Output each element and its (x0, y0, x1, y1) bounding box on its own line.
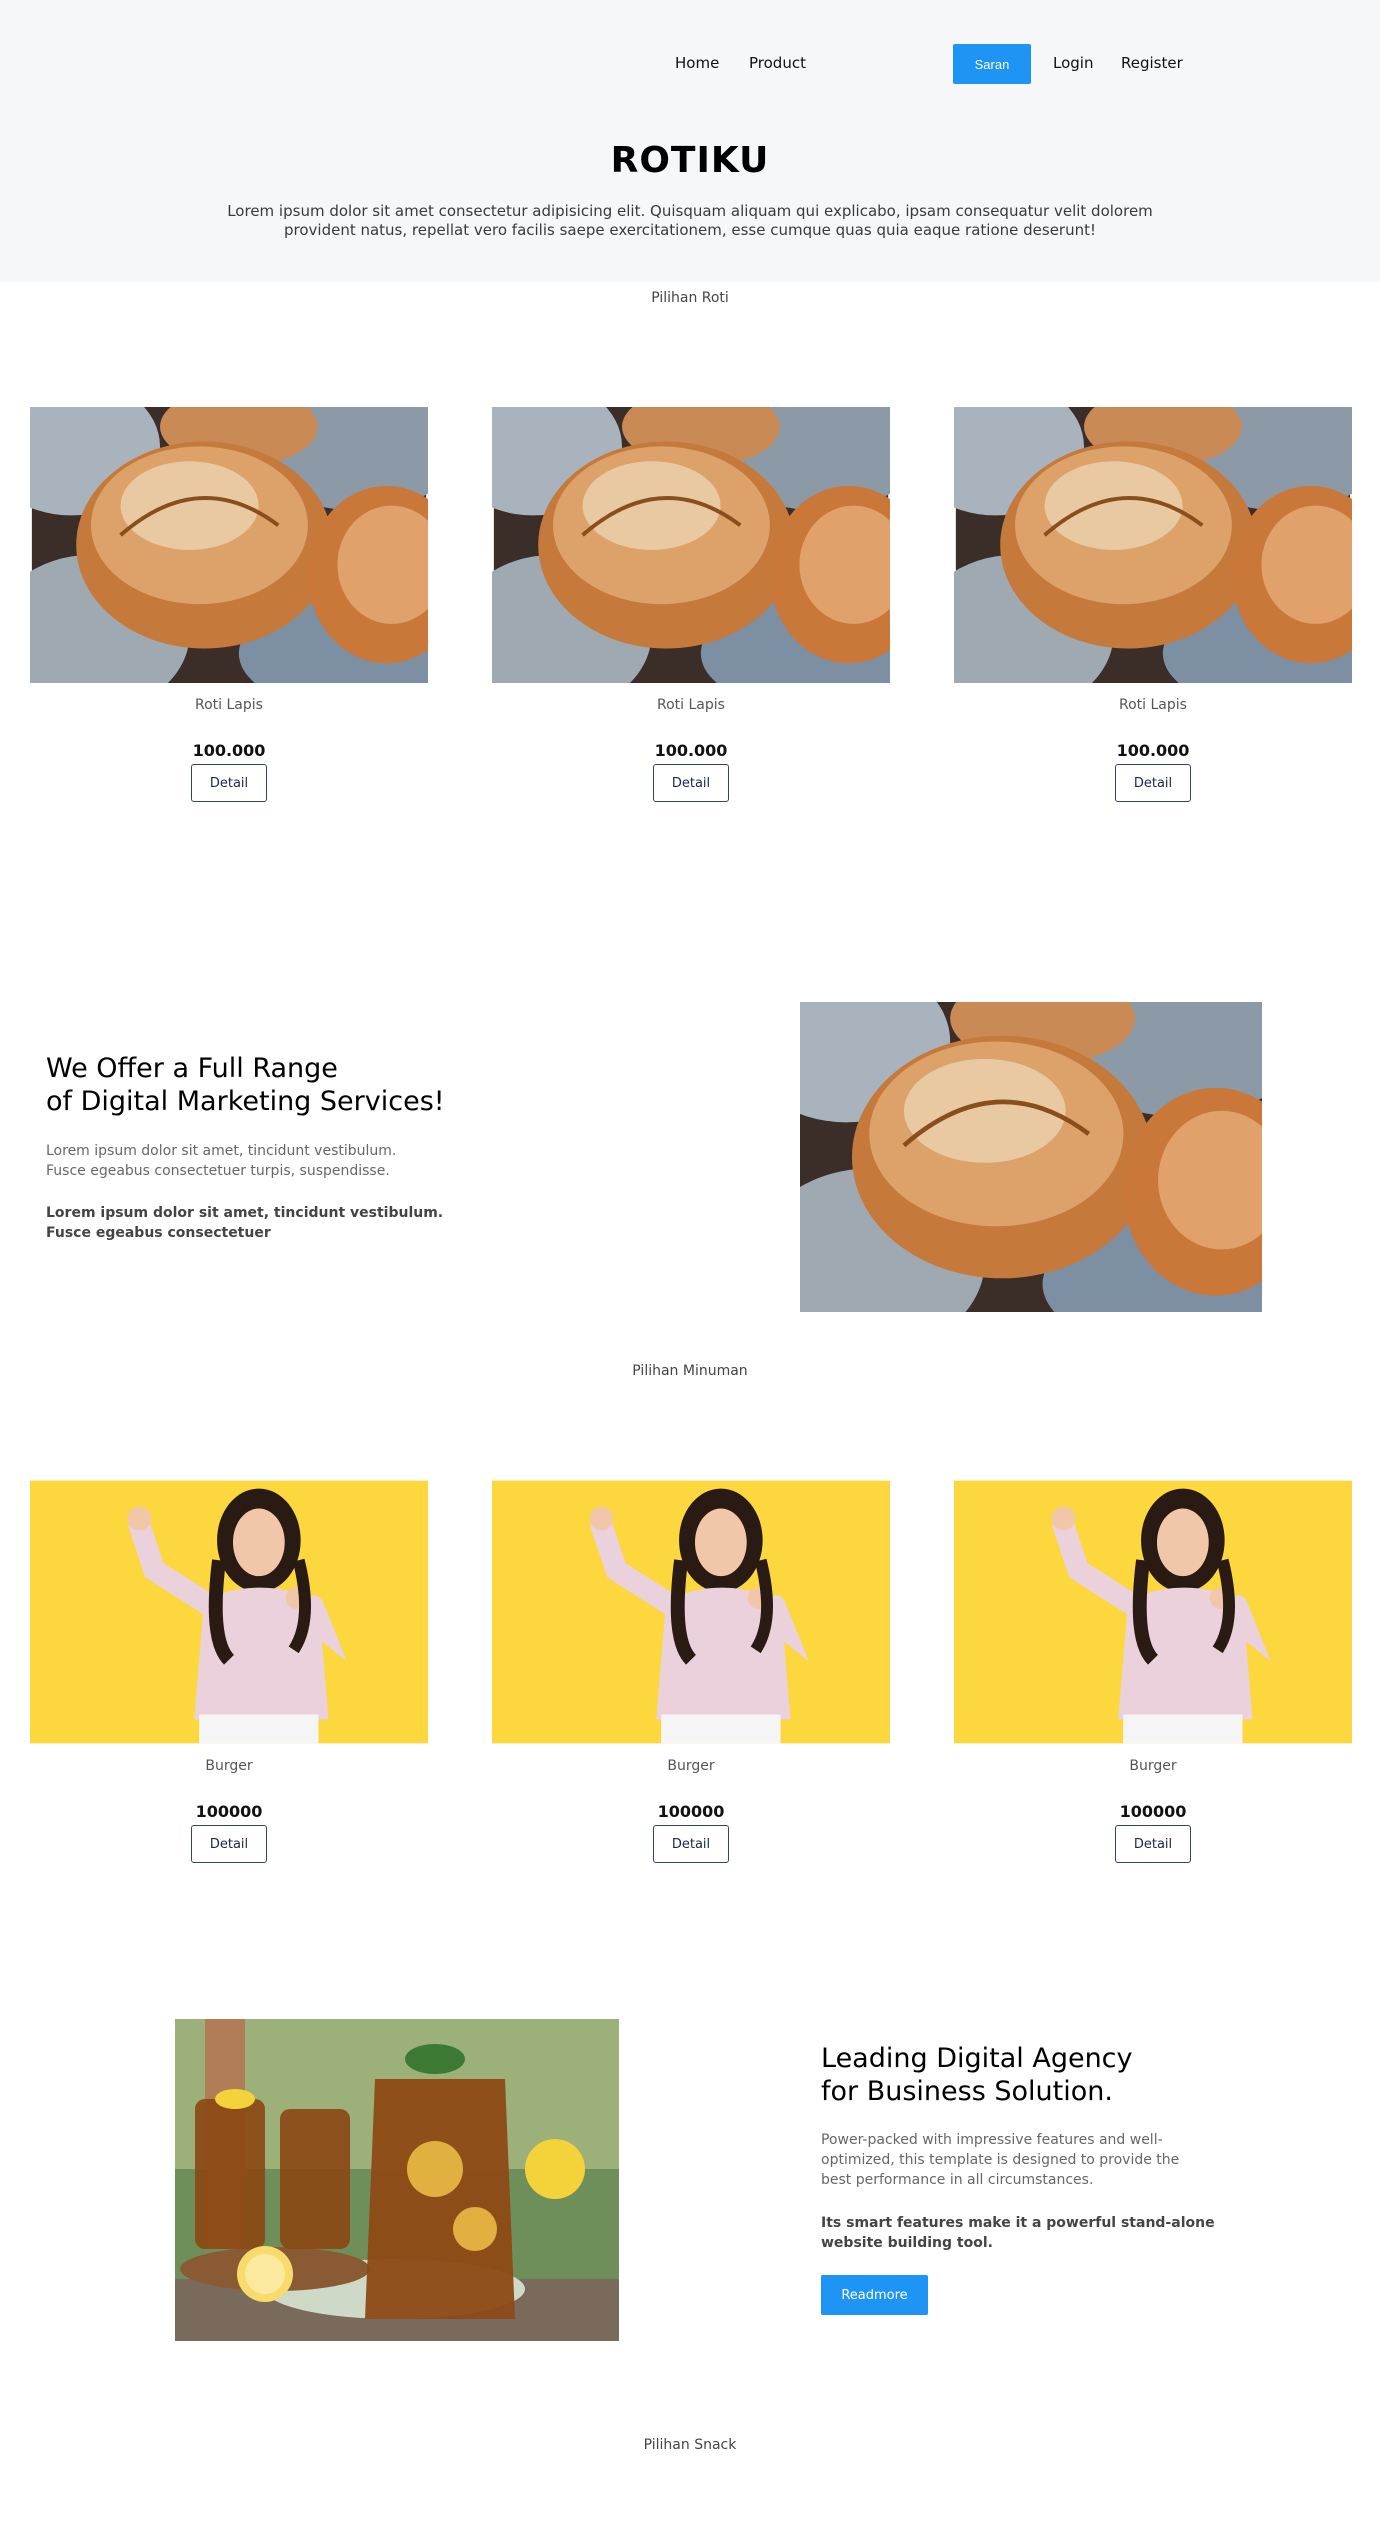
detail-button[interactable]: Detail (191, 1825, 267, 1863)
feature-bold-text: Lorem ipsum dolor sit amet, tincidunt ve… (46, 1203, 443, 1243)
product-card: Burger 100000 Detail (492, 1480, 890, 1863)
product-price: 100000 (195, 1802, 263, 1821)
product-price: 100.000 (1116, 741, 1190, 760)
product-price: 100.000 (192, 741, 266, 760)
feature-heading: We Offer a Full Range of Digital Marketi… (46, 1052, 445, 1118)
product-name: Burger (667, 1758, 715, 1774)
section-title-minuman: Pilihan Minuman (632, 1363, 748, 1379)
section-title-snack: Pilihan Snack (643, 2437, 737, 2453)
feature2-text: Power-packed with impressive features an… (821, 2130, 1179, 2190)
readmore-button[interactable]: Readmore (821, 2275, 928, 2315)
product-card: Burger 100000 Detail (30, 1480, 428, 1863)
feature-bread-image (800, 1002, 1262, 1312)
feature2-bold-line: website building tool. (821, 2235, 993, 2251)
detail-button[interactable]: Detail (1115, 764, 1191, 802)
detail-button[interactable]: Detail (653, 764, 729, 802)
feature-text-line: Lorem ipsum dolor sit amet, tincidunt ve… (46, 1143, 397, 1159)
feature2-bold-text: Its smart features make it a powerful st… (821, 2213, 1215, 2253)
brand-title: ROTIKU (610, 140, 770, 181)
bread-image (30, 407, 428, 683)
feature2-text-line: best performance in all circumstances. (821, 2172, 1094, 2188)
bread-image (954, 407, 1352, 683)
feature2-heading-line: for Business Solution. (821, 2076, 1113, 2107)
product-name: Burger (205, 1758, 253, 1774)
product-name: Burger (1129, 1758, 1177, 1774)
bread-image (492, 407, 890, 683)
feature-heading-line: We Offer a Full Range (46, 1053, 338, 1084)
feature2-bold-line: Its smart features make it a powerful st… (821, 2215, 1215, 2231)
product-name: Roti Lapis (657, 697, 725, 713)
product-card: Roti Lapis 100.000 Detail (954, 407, 1352, 802)
hero-description: Lorem ipsum dolor sit amet consectetur a… (227, 202, 1153, 239)
detail-button[interactable]: Detail (653, 1825, 729, 1863)
product-price: 100000 (657, 1802, 725, 1821)
feature-text-line: Fusce egeabus consectetuer turpis, suspe… (46, 1163, 390, 1179)
feature2-text-line: Power-packed with impressive features an… (821, 2132, 1163, 2148)
hero-section: Home Product Saran Login Register ROTIKU… (0, 0, 1380, 282)
nav-register-link[interactable]: Register (1121, 54, 1183, 72)
feature-bold-line: Fusce egeabus consectetuer (46, 1225, 271, 1241)
iced-tea-image (175, 2019, 619, 2341)
product-name: Roti Lapis (1119, 697, 1187, 713)
nav-login-link[interactable]: Login (1053, 54, 1093, 72)
section-title-roti: Pilihan Roti (651, 290, 729, 306)
nav-product-link[interactable]: Product (749, 54, 806, 72)
feature-bold-line: Lorem ipsum dolor sit amet, tincidunt ve… (46, 1205, 444, 1221)
product-name: Roti Lapis (195, 697, 263, 713)
feature2-heading: Leading Digital Agency for Business Solu… (821, 2042, 1133, 2108)
detail-button[interactable]: Detail (191, 764, 267, 802)
product-price: 100000 (1119, 1802, 1187, 1821)
saran-button[interactable]: Saran (953, 44, 1031, 84)
feature-heading-line: of Digital Marketing Services! (46, 1086, 445, 1117)
product-image (30, 1480, 428, 1744)
product-card: Roti Lapis 100.000 Detail (30, 407, 428, 802)
nav-home-link[interactable]: Home (675, 54, 719, 72)
product-image (492, 1480, 890, 1744)
product-price: 100.000 (654, 741, 728, 760)
product-card: Roti Lapis 100.000 Detail (492, 407, 890, 802)
detail-button[interactable]: Detail (1115, 1825, 1191, 1863)
product-image (954, 1480, 1352, 1744)
product-card: Burger 100000 Detail (954, 1480, 1352, 1863)
feature2-heading-line: Leading Digital Agency (821, 2043, 1133, 2074)
feature2-text-line: optimized, this template is designed to … (821, 2152, 1180, 2168)
feature-text: Lorem ipsum dolor sit amet, tincidunt ve… (46, 1141, 396, 1181)
